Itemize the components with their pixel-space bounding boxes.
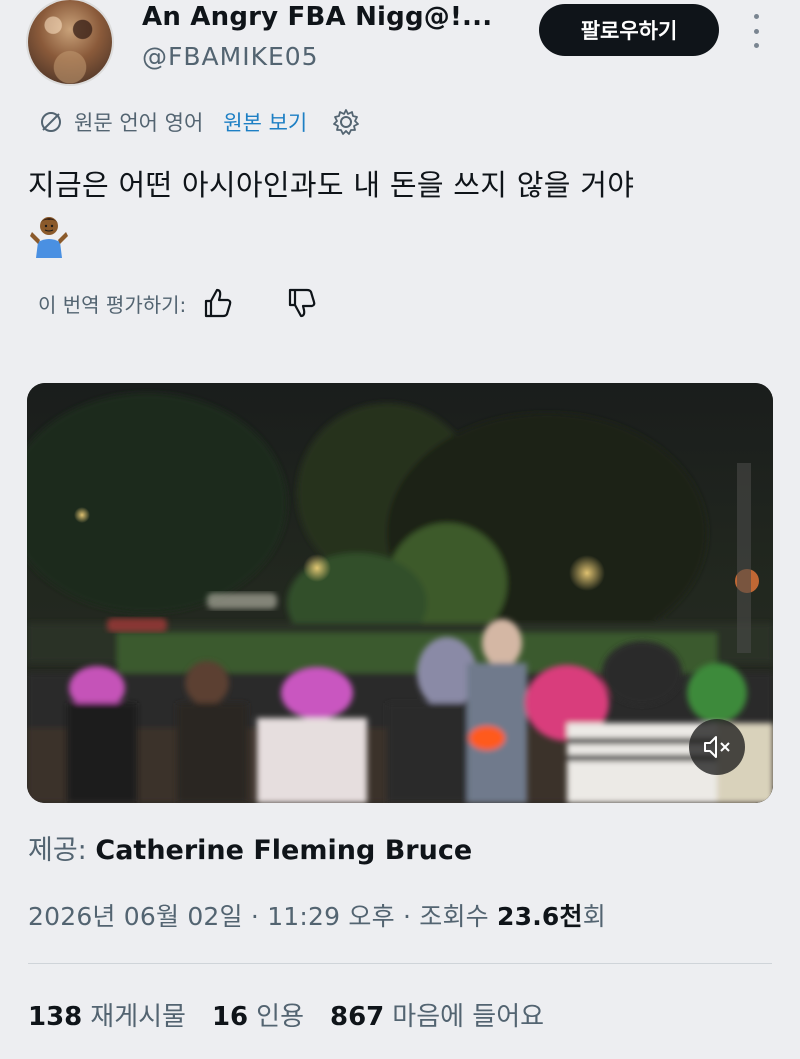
display-name[interactable]: An Angry FBA Nigg@!... [142, 2, 492, 32]
quotes-count: 16 [211, 1002, 249, 1032]
views-suffix: 회 [582, 902, 606, 931]
likes-count: 867 [330, 1002, 385, 1032]
avatar[interactable] [28, 0, 112, 84]
gear-icon[interactable] [331, 107, 361, 137]
credit-name[interactable]: Catherine Fleming Bruce [95, 835, 472, 866]
translation-bar: 원문 언어 영어 원본 보기 [38, 104, 361, 140]
view-original-link[interactable]: 원본 보기 [223, 107, 307, 137]
reposts-stat[interactable]: 138 재게시물 [28, 996, 186, 1033]
tweet-time[interactable]: 11:29 오후 [267, 902, 395, 931]
quotes-stat[interactable]: 16 인용 [212, 996, 304, 1033]
reposts-label: 재게시물 [90, 1002, 186, 1032]
original-language-label: 원문 언어 영어 [74, 111, 204, 135]
engagement-stats: 138 재게시물 16 인용 867 마음에 들어요 [28, 996, 544, 1033]
rate-translation-label: 이 번역 평가하기: [38, 292, 187, 317]
likes-stat[interactable]: 867 마음에 들어요 [330, 996, 544, 1033]
follow-button[interactable]: 팔로우하기 [539, 4, 719, 56]
thumbs-up-icon[interactable] [200, 286, 234, 320]
divider [28, 963, 772, 964]
quotes-label: 인용 [256, 1002, 304, 1032]
thumbs-down-icon[interactable] [284, 286, 318, 320]
shrug-emoji-icon [30, 217, 68, 258]
video-player[interactable] [27, 383, 773, 803]
views-label: 조회수 [419, 902, 489, 931]
user-handle[interactable]: @FBAMIKE05 [142, 42, 319, 71]
muted-speaker-icon [704, 736, 730, 758]
mute-button[interactable] [689, 719, 745, 775]
video-frame [27, 383, 773, 803]
credit-prefix: 제공: [28, 835, 87, 866]
views-count: 23.6천 [497, 902, 583, 931]
more-options-icon[interactable] [744, 14, 768, 48]
reposts-count: 138 [28, 1002, 83, 1032]
rate-translation-row: 이 번역 평가하기: [38, 286, 318, 320]
tweet-meta: 2026년 06월 02일 · 11:29 오후 · 조회수 23.6천회 [28, 902, 606, 931]
media-credit: 제공: Catherine Fleming Bruce [28, 828, 472, 867]
likes-label: 마음에 들어요 [392, 1002, 545, 1032]
tweet-date[interactable]: 2026년 06월 02일 [28, 902, 243, 931]
translate-icon [41, 112, 61, 132]
tweet-text: 지금은 어떤 아시아인과도 내 돈을 쓰지 않을 거야 [28, 168, 635, 202]
